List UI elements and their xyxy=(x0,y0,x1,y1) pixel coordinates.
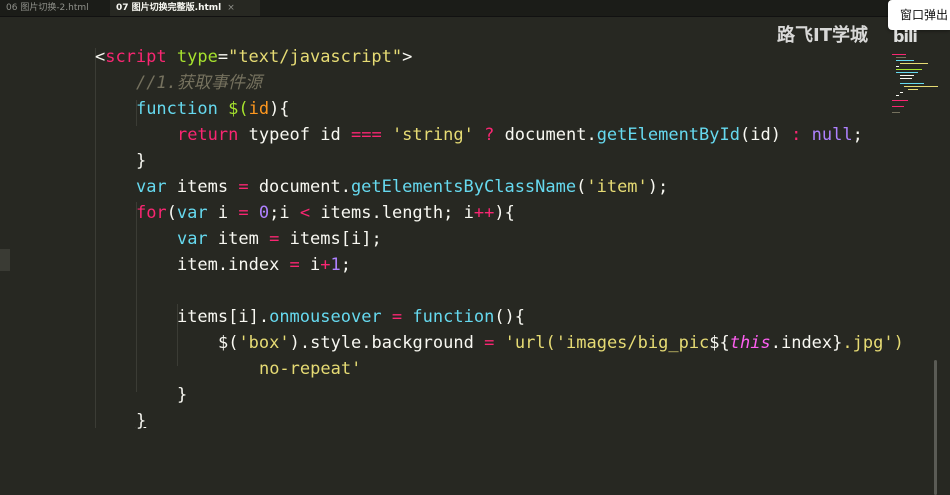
tab-label: 06 图片切换-2.html xyxy=(6,3,89,13)
code-line: } xyxy=(95,382,146,431)
code-line: $('box').style.background = 'url('images… xyxy=(177,304,904,353)
code-token: 'item' xyxy=(586,177,648,197)
code-token: } xyxy=(176,385,188,405)
code-line: item.index = i+1; xyxy=(136,226,351,275)
code-token: + xyxy=(320,255,331,275)
code-token: === xyxy=(350,125,382,145)
code-token: .index} xyxy=(770,333,843,353)
code-line: var item = items[i]; xyxy=(136,200,382,249)
code-line: for(var i = 0;i < items.length; i++){ xyxy=(95,174,515,223)
code-token: document. xyxy=(494,125,597,145)
code-token: ++ xyxy=(473,203,495,223)
code-token: (id) xyxy=(739,125,792,145)
code-token: no-repeat' xyxy=(258,359,362,379)
code-token: typeof id xyxy=(238,125,351,145)
code-line: //1.获取事件源 xyxy=(95,44,262,93)
code-token: return xyxy=(176,125,239,145)
code-token: } xyxy=(135,411,147,431)
code-token: this xyxy=(729,333,771,353)
fold-marker xyxy=(0,249,10,271)
code-token: 'url('images/big_pic xyxy=(504,333,710,353)
code-token: = xyxy=(484,333,495,353)
code-token: 1 xyxy=(330,255,341,275)
code-token: .jpg') xyxy=(842,333,904,353)
code-token: ){ xyxy=(494,203,515,223)
code-token: ? xyxy=(484,125,495,145)
code-token: ; xyxy=(340,255,352,275)
tab-label: 07 图片切换完整版.html xyxy=(116,3,222,13)
code-token: ; xyxy=(852,125,863,145)
code-line: } xyxy=(95,122,146,171)
code-token: null xyxy=(811,125,853,145)
code-token: i xyxy=(299,255,321,275)
code-token: ${ xyxy=(709,333,730,353)
code-line: <script type="text/javascript"> xyxy=(54,18,412,67)
code-line: function $(id){ xyxy=(95,70,290,119)
vertical-scrollbar[interactable] xyxy=(934,360,937,495)
bilibili-logo-icon: bili xyxy=(893,27,918,46)
code-line: no-repeat' xyxy=(218,330,361,379)
code-token: ); xyxy=(647,177,669,197)
code-token: ( xyxy=(576,177,587,197)
code-token: 'string' xyxy=(391,125,474,145)
code-line: } xyxy=(136,356,187,405)
code-token: getElementById xyxy=(596,125,740,145)
watermark-text: 路飞IT学城 xyxy=(777,25,868,46)
code-line: items[i].onmouseover = function(){ xyxy=(136,278,525,327)
code-token: > xyxy=(402,47,413,67)
code-token: : xyxy=(791,125,802,145)
code-line: return typeof id === 'string' ? document… xyxy=(136,96,863,145)
code-token: = xyxy=(289,255,300,275)
tab-file-06[interactable]: 06 图片切换-2.html xyxy=(0,0,110,16)
code-token: item.index xyxy=(176,255,290,275)
minimap[interactable] xyxy=(890,52,940,132)
code-line: var items = document.getElementsByClassN… xyxy=(95,148,668,197)
tab-bar: 06 图片切换-2.html 07 图片切换完整版.html × xyxy=(0,0,950,17)
close-icon[interactable]: × xyxy=(227,3,235,13)
tab-file-07[interactable]: 07 图片切换完整版.html × xyxy=(110,0,260,16)
